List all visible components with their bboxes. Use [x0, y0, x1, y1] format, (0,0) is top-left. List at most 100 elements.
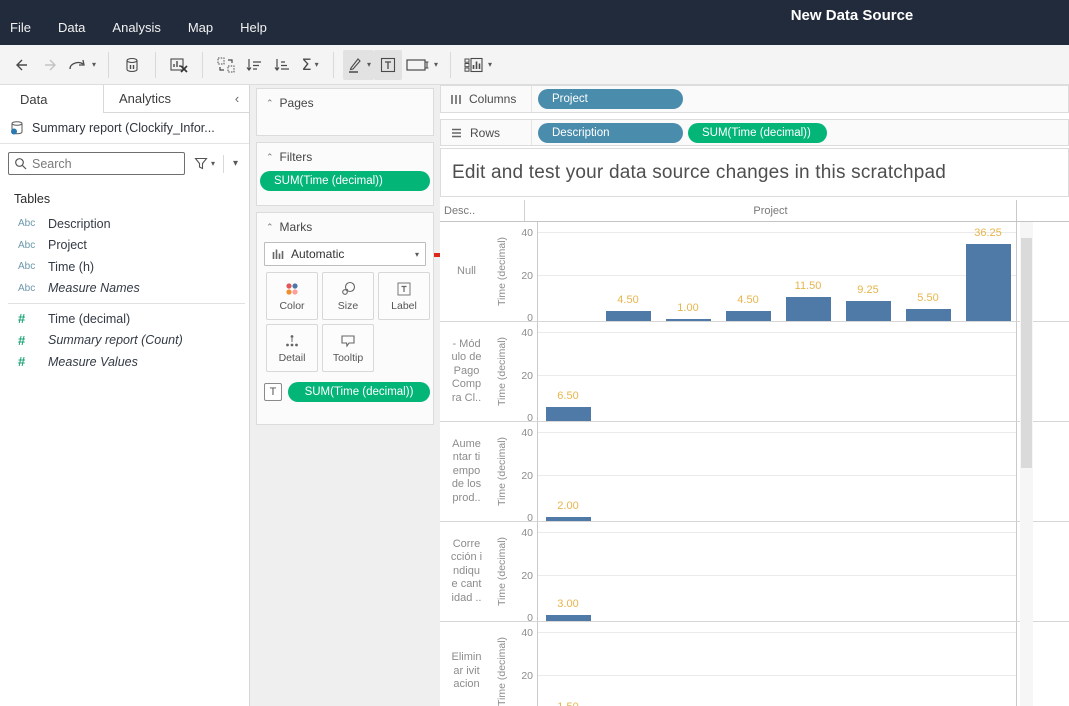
bar[interactable] [546, 517, 591, 521]
sort-descending-button[interactable] [268, 50, 296, 80]
search-box[interactable] [8, 152, 185, 175]
rows-icon [450, 127, 463, 139]
fit-button[interactable]: ▾ [402, 50, 441, 80]
axis-tick-label: 20 [521, 570, 533, 582]
filters-card-title: ⌃Filters [257, 143, 433, 164]
mark-type-dropdown[interactable]: Automatic ▾ [264, 242, 426, 266]
bar[interactable] [546, 407, 591, 421]
highlight-pen-icon [346, 56, 364, 74]
search-row: ▾ ▾ [0, 144, 249, 183]
clear-sheet-button[interactable] [165, 50, 193, 80]
field-row[interactable]: #Time (decimal) [0, 308, 249, 330]
scrollbar-thumb[interactable] [1021, 238, 1032, 468]
row-label-line: ulo de [452, 351, 482, 365]
size-button[interactable]: Size [322, 272, 374, 320]
hash-icon: # [18, 311, 48, 326]
dropdown-caret-icon: ▾ [434, 60, 438, 69]
search-input[interactable] [32, 157, 160, 171]
mark-type-value: Automatic [291, 247, 344, 261]
label-button[interactable]: Label [378, 272, 430, 320]
field-row[interactable]: AbcMeasure Names [0, 278, 249, 300]
filter-pill[interactable]: SUM(Time (decimal)) [260, 171, 430, 191]
abc-icon: Abc [18, 283, 48, 294]
bar-chart-icon [271, 247, 285, 261]
gridline [538, 532, 1016, 533]
bar[interactable] [966, 244, 1011, 321]
detail-icon [284, 333, 300, 349]
shelf-pill[interactable]: Description [538, 123, 683, 143]
field-row[interactable]: AbcProject [0, 235, 249, 257]
field-row[interactable]: AbcTime (h) [0, 256, 249, 278]
bar[interactable] [666, 319, 711, 321]
datasource-row[interactable]: Summary report (Clockify_Infor... [0, 113, 249, 144]
chart-row: - Módulo dePagoCompra Cl..Time (decimal)… [440, 322, 1069, 422]
axis-tick-label: 20 [521, 370, 533, 382]
datasource-name: Summary report (Clockify_Infor... [32, 121, 215, 135]
bar[interactable] [846, 301, 891, 321]
color-button[interactable]: Color [266, 272, 318, 320]
bar-value-label: 3.00 [538, 598, 598, 610]
axis-title: Time (decimal) [493, 222, 511, 321]
back-button[interactable] [8, 50, 36, 80]
tab-analytics[interactable]: Analytics [104, 85, 225, 113]
panel-menu-caret-icon[interactable]: ▾ [233, 158, 238, 169]
shelf-pill[interactable]: Project [538, 89, 683, 109]
shelf-pill[interactable]: SUM(Time (decimal)) [688, 123, 827, 143]
search-icon [14, 157, 27, 170]
collapse-chevron-icon[interactable]: ⌃ [266, 222, 274, 233]
detail-button[interactable]: Detail [266, 324, 318, 372]
bar-value-label: 2.00 [538, 500, 598, 512]
forward-button[interactable] [36, 50, 64, 80]
collapse-chevron-icon[interactable]: ⌃ [266, 98, 274, 109]
gridline [538, 575, 1016, 576]
swap-axes-button[interactable] [212, 50, 240, 80]
datasource-button[interactable] [118, 50, 146, 80]
marks-card-title: ⌃Marks [257, 213, 433, 234]
text-label-icon [379, 56, 397, 74]
row-label-line: Elimin [452, 651, 482, 665]
field-row[interactable]: AbcDescription [0, 213, 249, 235]
gridline [538, 475, 1016, 476]
menu-item-analysis[interactable]: Analysis [112, 20, 160, 35]
text-label-button[interactable] [374, 50, 402, 80]
tab-data[interactable]: Data [0, 85, 104, 113]
axis-tick-label: 40 [521, 327, 533, 339]
tooltip-button[interactable]: Tooltip [322, 324, 374, 372]
bar[interactable] [726, 311, 771, 321]
highlight-button[interactable]: ▾ [343, 50, 374, 80]
columns-shelf[interactable]: Columns Project [440, 85, 1069, 113]
columns-pills: Project [532, 89, 683, 109]
field-row[interactable]: #Measure Values [0, 351, 249, 373]
chart-pane: 4.501.004.5011.509.255.5036.25 [537, 222, 1017, 321]
bar[interactable] [786, 297, 831, 321]
show-me-button[interactable]: ▾ [460, 50, 495, 80]
fields-list: AbcDescriptionAbcProjectAbcTime (h)AbcMe… [0, 213, 249, 373]
totals-button[interactable]: Σ ▾ [296, 50, 324, 80]
sort-ascending-button[interactable] [240, 50, 268, 80]
field-row[interactable]: #Summary report (Count) [0, 330, 249, 352]
bar[interactable] [906, 309, 951, 321]
menu-item-file[interactable]: File [10, 20, 31, 35]
marks-label-pill[interactable]: SUM(Time (decimal)) [288, 382, 430, 402]
rows-shelf[interactable]: Rows DescriptionSUM(Time (decimal)) [440, 119, 1069, 146]
sheet-title[interactable]: Edit and test your data source changes i… [440, 148, 1069, 197]
menu-item-data[interactable]: Data [58, 20, 85, 35]
menu-items: File Data Analysis Map Help [10, 20, 267, 35]
row-label: Aumentar tiempode losprod.. [440, 422, 493, 521]
collapse-panel-icon[interactable]: ‹ [225, 85, 249, 113]
menu-item-map[interactable]: Map [188, 20, 213, 35]
bar[interactable] [546, 615, 591, 621]
bar[interactable] [606, 311, 651, 321]
filter-caret-icon[interactable]: ▾ [211, 159, 215, 168]
axis-title: Time (decimal) [493, 422, 511, 521]
toolbar: ▾ Σ ▾ ▾ ▾ [0, 45, 1069, 85]
redo-button[interactable]: ▾ [64, 50, 99, 80]
label-icon [396, 281, 412, 297]
vertical-scrollbar[interactable] [1020, 222, 1033, 706]
menu-item-help[interactable]: Help [240, 20, 267, 35]
filter-icon[interactable] [194, 157, 208, 170]
label-button-label: Label [391, 300, 417, 312]
panel-tabbar: Data Analytics ‹ [0, 85, 249, 113]
collapse-chevron-icon[interactable]: ⌃ [266, 152, 274, 163]
field-label: Measure Values [48, 355, 138, 369]
